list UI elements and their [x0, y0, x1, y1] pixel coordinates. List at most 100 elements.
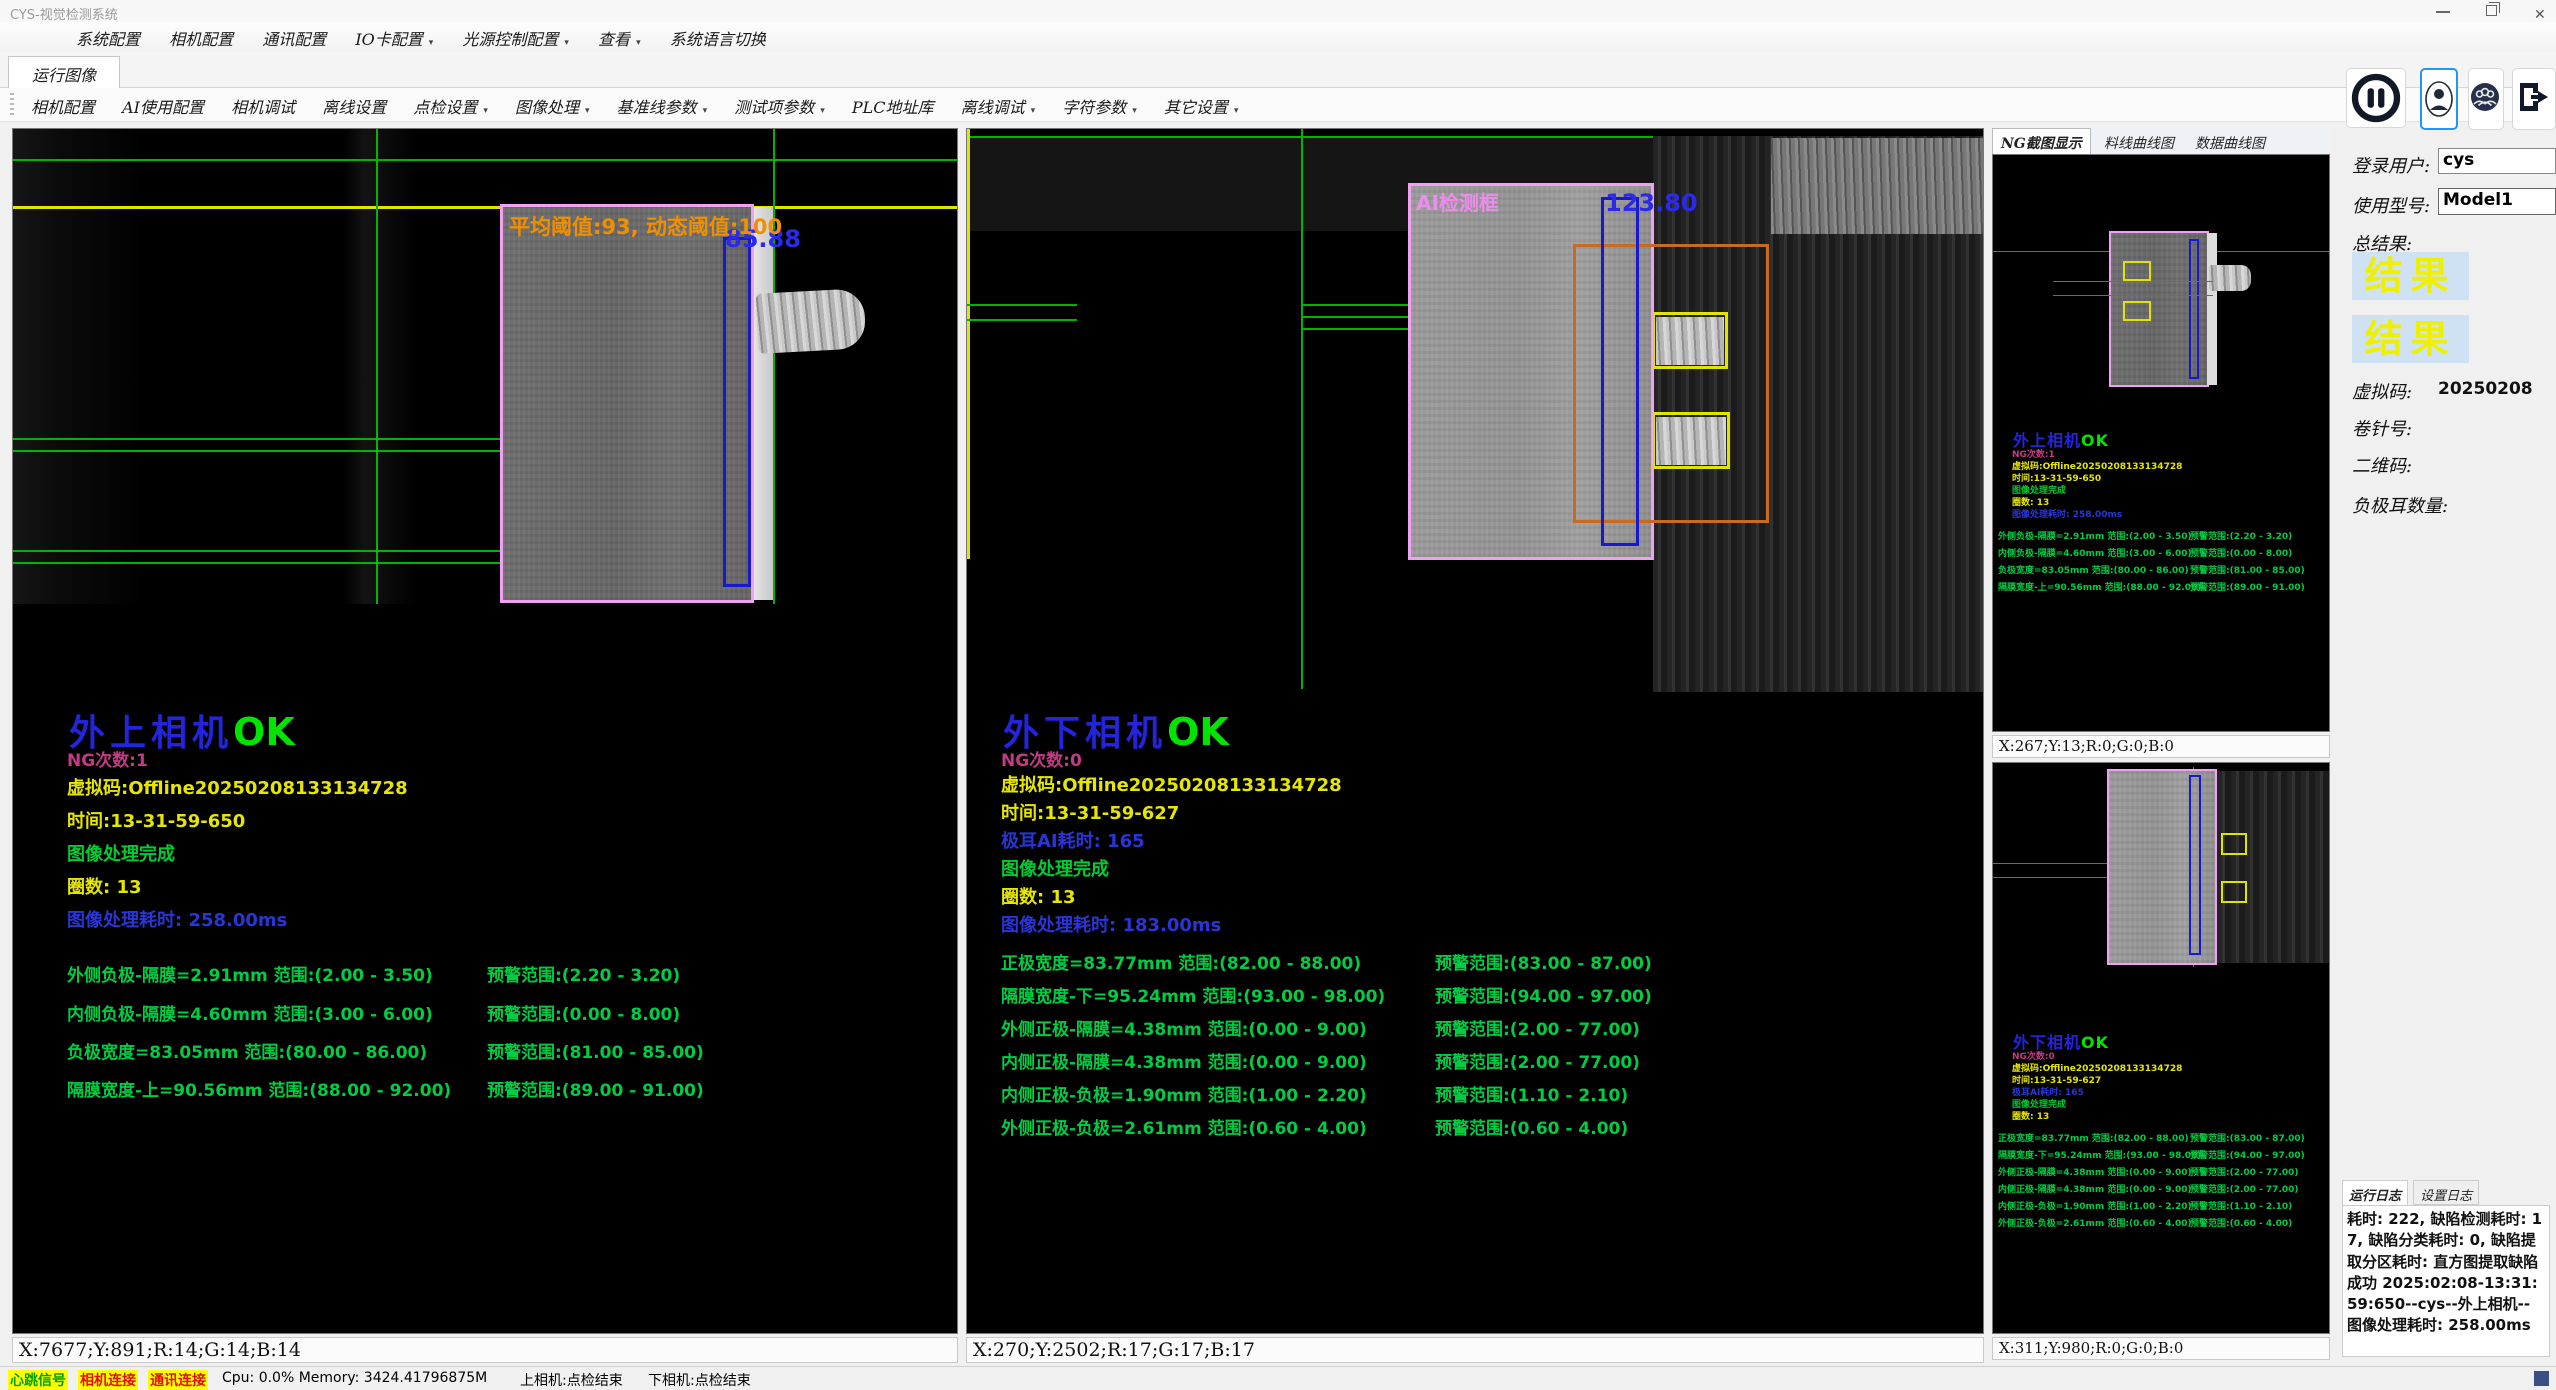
process-done-line: 图像处理完成: [1001, 855, 1109, 881]
tool-offline-setting[interactable]: 离线设置: [311, 88, 397, 118]
tool-char-params[interactable]: 字符参数: [1051, 88, 1148, 118]
maximize-button[interactable]: [2478, 2, 2508, 20]
mini-measurement-row: 内侧正极-负极=1.90mm 范围:(1.00 - 2.20)预警范围:(1.1…: [1998, 1199, 2192, 1212]
tab-setting-log[interactable]: 设置日志: [2413, 1180, 2479, 1205]
model-select[interactable]: Model1: [2438, 188, 2556, 215]
logout-door-icon: [2513, 69, 2553, 125]
width-measure-box-blue: [723, 237, 751, 587]
tool-other-settings[interactable]: 其它设置: [1153, 88, 1250, 118]
needle-number-label: 卷针号:: [2352, 415, 2412, 441]
menu-view[interactable]: 查看: [586, 22, 653, 48]
mini-tab-box-2: [2123, 301, 2151, 321]
measure-seg-left-a: [967, 304, 1077, 306]
mini-measurement-row: 隔膜宽度-上=90.56mm 范围:(88.00 - 92.00)预警范围:(8…: [1998, 580, 2201, 593]
measure-text: 负极宽度=83.05mm 范围:(80.00 - 86.00): [67, 1043, 427, 1063]
mini-warn-text: 预警范围:(2.00 - 77.00): [2190, 1182, 2299, 1195]
tool-offline-debug[interactable]: 离线调试: [950, 88, 1047, 118]
tool-image-processing[interactable]: 图像处理: [504, 88, 601, 118]
measurement-row: 负极宽度=83.05mm 范围:(80.00 - 86.00)预警范围:(81.…: [67, 1038, 427, 1063]
pause-button[interactable]: [2346, 68, 2406, 128]
tab-material-curve[interactable]: 料线曲线图: [2096, 129, 2182, 155]
toolbar-grip[interactable]: [10, 93, 14, 117]
tool-camera-config[interactable]: 相机配置: [20, 88, 106, 118]
measure-text: 内侧正极-负极=1.90mm 范围:(1.00 - 2.20): [1001, 1086, 1367, 1106]
menu-light-control-config[interactable]: 光源控制配置: [450, 22, 581, 48]
comm-link-status: 通讯连接: [148, 1370, 208, 1390]
ng-count: NG次数:0: [1001, 746, 1082, 771]
measurement-row: 外侧正极-负极=2.61mm 范围:(0.60 - 4.00)预警范围:(0.6…: [1001, 1114, 1367, 1139]
lower-camera-view[interactable]: AI检测框 123.80 外下相机OK NG次数:0 虚拟码:Offline20…: [966, 128, 1984, 1334]
login-user-field[interactable]: cys: [2438, 148, 2556, 174]
minimize-icon: [2436, 4, 2450, 13]
mini-warn-text: 预警范围:(2.20 - 3.20): [2190, 529, 2292, 542]
menu-comm-config[interactable]: 通讯配置: [250, 22, 338, 48]
width-measure-box-blue: [1601, 197, 1639, 546]
page-tab-row: 运行图像: [0, 52, 2556, 88]
mini-warn-text: 预警范围:(0.60 - 4.00): [2190, 1216, 2292, 1229]
ai-box-label: AI检测框: [1416, 187, 1499, 216]
lower-camera-coords: X:270;Y:2502;R:17;G:17;B:17: [966, 1337, 1984, 1363]
tab-data-curve[interactable]: 数据曲线图: [2187, 129, 2273, 155]
mini-camera-result: OK: [2081, 1033, 2109, 1052]
mini-measure-line-a: [2053, 281, 2213, 282]
users-manage-button[interactable]: [2468, 68, 2504, 130]
exit-button[interactable]: [2512, 68, 2556, 130]
camera-result: OK: [1167, 710, 1229, 754]
user-login-button[interactable]: [2420, 68, 2458, 130]
mini-measurement-row: 外侧正极-隔膜=4.38mm 范围:(0.00 - 9.00)预警范围:(2.0…: [1998, 1165, 2192, 1178]
minimize-button[interactable]: [2428, 2, 2458, 20]
tab-run-log[interactable]: 运行日志: [2342, 1180, 2408, 1205]
close-button[interactable]: [2526, 2, 2556, 20]
mini-warn-text: 预警范围:(94.00 - 97.00): [2190, 1148, 2305, 1161]
mini-warn-text: 预警范围:(83.00 - 87.00): [2190, 1131, 2305, 1144]
tool-plc-address-lib[interactable]: PLC地址库: [841, 88, 945, 118]
ng-snapshot-lower-view[interactable]: 外下相机OK NG次数:0 虚拟码:Offline202502081331347…: [1992, 762, 2330, 1334]
camera-link-status: 相机连接: [78, 1370, 138, 1390]
measurement-row: 外侧正极-隔膜=4.38mm 范围:(0.00 - 9.00)预警范围:(2.0…: [1001, 1015, 1367, 1040]
measurement-row: 外侧负极-隔膜=2.91mm 范围:(2.00 - 3.50)预警范围:(2.2…: [67, 961, 433, 986]
measure-seg-left-b: [967, 319, 1077, 321]
ng-count: NG次数:1: [67, 746, 148, 771]
mini-tab-box-1: [2123, 261, 2151, 281]
mini-measure-text: 内侧正极-隔膜=4.38mm 范围:(0.00 - 9.00): [1998, 1185, 2192, 1195]
upper-camera-view[interactable]: 85.88 平均阈值:93, 动态阈值:100 外上相机OK NG次数:1 虚拟…: [12, 128, 958, 1334]
tab-ng-screenshot[interactable]: NG截图显示: [1992, 128, 2091, 154]
measurement-row: 隔膜宽度-下=95.24mm 范围:(93.00 - 98.00)预警范围:(9…: [1001, 982, 1385, 1007]
tool-camera-debug[interactable]: 相机调试: [220, 88, 306, 118]
result-box-text: 结果: [2364, 316, 2456, 361]
log-content[interactable]: 耗时: 222, 缺陷检测耗时: 17, 缺陷分类耗时: 0, 缺陷提取分区耗时…: [2342, 1205, 2550, 1357]
menu-language-switch[interactable]: 系统语言切换: [658, 22, 778, 48]
mini-measure-text: 内侧正极-负极=1.90mm 范围:(1.00 - 2.20): [1998, 1202, 2192, 1212]
warn-text: 预警范围:(2.20 - 3.20): [487, 961, 680, 986]
measurement-row: 内侧负极-隔膜=4.60mm 范围:(3.00 - 6.00)预警范围:(0.0…: [67, 1000, 433, 1025]
menu-io-card-config[interactable]: IO卡配置: [343, 22, 445, 48]
mini-measurement-row: 外侧负极-隔膜=2.91mm 范围:(2.00 - 3.50)预警范围:(2.2…: [1998, 529, 2192, 542]
mini-separator-strip: [2207, 233, 2217, 385]
tab-run-image[interactable]: 运行图像: [8, 56, 120, 88]
mini-measure-text: 隔膜宽度-下=95.24mm 范围:(93.00 - 98.00): [1998, 1151, 2201, 1161]
config-toolbar: 相机配置 AI使用配置 相机调试 离线设置 点检设置 图像处理 基准线参数 测试…: [0, 88, 2556, 122]
virtual-code-value: 20250208: [2438, 379, 2533, 399]
mini-measure-box: [2189, 775, 2201, 955]
measure-text: 隔膜宽度-上=90.56mm 范围:(88.00 - 92.00): [67, 1081, 451, 1101]
menu-system-config[interactable]: 系统配置: [64, 22, 152, 48]
ng-view-tabs: NG截图显示 料线曲线图 数据曲线图: [1992, 128, 2330, 154]
model-label: 使用型号:: [2352, 192, 2430, 218]
ng-snapshot-upper-view[interactable]: 外上相机OK NG次数:1 虚拟码:Offline202502081331347…: [1992, 154, 2330, 732]
mini-loops-line: 圈数: 13: [2012, 1109, 2049, 1122]
tool-baseline-params[interactable]: 基准线参数: [606, 88, 719, 118]
user-icon: [2422, 71, 2456, 127]
tool-test-item-params[interactable]: 测试项参数: [723, 88, 836, 118]
camera-image-background: [13, 129, 958, 604]
tool-spot-check-setting[interactable]: 点检设置: [402, 88, 499, 118]
warn-text: 预警范围:(83.00 - 87.00): [1435, 949, 1652, 974]
mini-measure-text: 隔膜宽度-上=90.56mm 范围:(88.00 - 92.00): [1998, 583, 2201, 593]
time-line: 时间:13-31-59-650: [67, 807, 245, 833]
tool-ai-usage-config[interactable]: AI使用配置: [111, 88, 215, 118]
lower-camera-check-status: 下相机:点检结束: [648, 1370, 751, 1390]
tab-metal-part: [756, 288, 867, 354]
title-bar: CYS-视觉检测系统: [0, 0, 2556, 22]
menu-camera-config[interactable]: 相机配置: [157, 22, 245, 48]
measure-text: 内侧负极-隔膜=4.60mm 范围:(3.00 - 6.00): [67, 1005, 433, 1025]
close-icon: [2534, 4, 2547, 17]
